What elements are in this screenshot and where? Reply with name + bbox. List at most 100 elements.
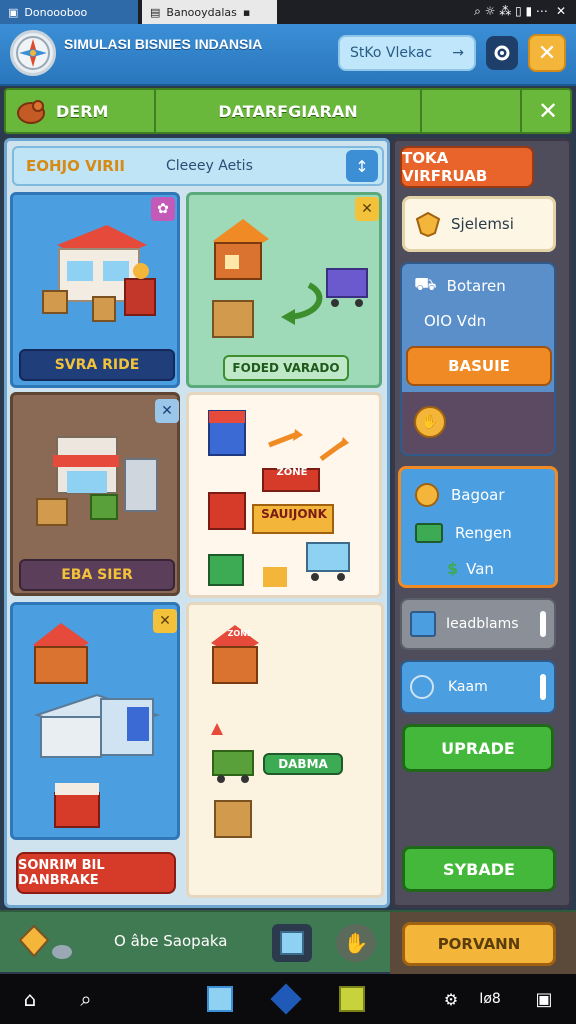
stat-3-label: Van bbox=[466, 559, 494, 578]
cross-tools-icon[interactable]: ✕ bbox=[355, 197, 379, 221]
cube-button[interactable] bbox=[272, 924, 312, 962]
cross-tools-icon[interactable]: ✕ bbox=[153, 609, 177, 633]
secondary-button[interactable]: SYBADE bbox=[402, 846, 556, 892]
logistics-card[interactable]: ZONE DABMA bbox=[186, 602, 384, 898]
arrow-right-icon: → bbox=[452, 45, 464, 61]
tray-settings-icon[interactable]: ⚙ bbox=[436, 974, 466, 1024]
slot-1[interactable]: Ieadblams bbox=[400, 598, 556, 650]
tools-icon[interactable]: ✕ bbox=[155, 399, 179, 423]
food-card[interactable]: ✕ FODED VARADO bbox=[186, 192, 382, 388]
package-icon bbox=[410, 611, 436, 637]
tray-screen-icon[interactable]: ▣ bbox=[526, 974, 562, 1024]
market-route-icon bbox=[208, 410, 350, 587]
search-label: StKo Vlekac bbox=[350, 45, 433, 61]
board-subtitle: Cleeey Aetis bbox=[166, 158, 253, 174]
coin-hand-icon[interactable]: ✋ bbox=[414, 406, 446, 438]
bottom-label: O âbe Saopaka bbox=[114, 932, 228, 950]
stat-row-3: $ Van bbox=[447, 559, 494, 578]
tray-time: Iø8 bbox=[479, 991, 501, 1007]
app-notes-icon[interactable] bbox=[332, 974, 372, 1024]
os-taskbar: ⌂ ⌕ ⚙ Iø8 ▣ bbox=[0, 974, 576, 1024]
shield-icon bbox=[415, 211, 441, 237]
nav-close-button[interactable]: ✕ bbox=[526, 90, 570, 132]
stat-1-label: Bagoar bbox=[451, 486, 505, 504]
kiosk-sign: ZONE bbox=[227, 629, 253, 638]
shield-logo bbox=[270, 983, 302, 1015]
warehouse-icon bbox=[33, 623, 161, 828]
home-badge-icon[interactable] bbox=[18, 920, 74, 966]
market-sign-2: SAUIJONK bbox=[261, 507, 327, 521]
warehouse-card[interactable]: ✕ bbox=[10, 602, 180, 840]
browser-tab-1[interactable]: ▣ Donoooboo bbox=[0, 0, 138, 24]
info-panel: ⛟ Botaren OIO Vdn BASUIE ✋ bbox=[400, 262, 556, 456]
market-sign-1: ZONE bbox=[276, 467, 308, 478]
board-bottom-button[interactable]: SONRIM BIL DANBRAKE bbox=[16, 852, 176, 894]
tab-2-label: Banooydalas bbox=[166, 5, 237, 19]
shop-building-icon bbox=[36, 436, 158, 526]
shop-card-label: EBA SIER bbox=[19, 559, 175, 591]
document-icon: ▤ bbox=[150, 5, 161, 19]
store-building-icon bbox=[42, 225, 156, 322]
tag-icon[interactable]: ✿ bbox=[151, 197, 175, 221]
game-header: SIMULASI BISNIES INDANSIA StKo Vlekac → … bbox=[0, 24, 576, 86]
hand-icon: ✋ bbox=[343, 931, 369, 955]
slot-1-label: Ieadblams bbox=[446, 616, 519, 632]
windows-logo bbox=[207, 986, 233, 1012]
coin-icon bbox=[415, 483, 439, 507]
food-card-label: FODED VARADO bbox=[223, 355, 349, 381]
basic-button[interactable]: BASUIE bbox=[406, 346, 552, 386]
close-icon: ✕ bbox=[537, 40, 557, 66]
board-action-button[interactable]: ↕ bbox=[346, 150, 378, 182]
board-header: EOHJO VIRII Cleeey Aetis bbox=[12, 146, 384, 186]
cash-icon bbox=[415, 523, 443, 543]
tab-datarfgiaran-label: DATARFGIARAN bbox=[218, 101, 358, 121]
circle-icon bbox=[410, 675, 434, 699]
info-title: Botaren bbox=[446, 277, 506, 295]
window-close-icon[interactable]: ✕ bbox=[556, 4, 566, 19]
tab-derm-label: DERM bbox=[56, 101, 109, 121]
cube-icon bbox=[280, 931, 304, 955]
shop-card[interactable]: ✕ EBA SIER bbox=[10, 392, 180, 596]
windows-icon[interactable] bbox=[200, 974, 240, 1024]
notes-logo bbox=[339, 986, 365, 1012]
slot-1-toggle[interactable] bbox=[540, 611, 546, 637]
slot-2-toggle[interactable] bbox=[540, 674, 546, 700]
stat-row-1: Bagoar bbox=[415, 483, 505, 507]
logistics-icon bbox=[211, 625, 259, 838]
market-card[interactable]: ZONE SAUIJONK bbox=[186, 392, 382, 598]
upgrade-button[interactable]: UPRADE bbox=[402, 724, 554, 772]
search-icon[interactable]: ⌕ bbox=[66, 974, 106, 1024]
bag-icon bbox=[17, 100, 45, 124]
board-title: EOHJO VIRII bbox=[26, 157, 126, 175]
cart-badge: DABMA bbox=[263, 753, 343, 775]
search-button[interactable]: StKo Vlekac → bbox=[338, 35, 476, 71]
nav-tab-bar: DERM DATARFGIARAN ✕ bbox=[4, 88, 572, 134]
resize-icon: ↕ bbox=[355, 156, 369, 176]
tool-button[interactable]: ✋ bbox=[336, 924, 376, 962]
home-icon[interactable]: ⌂ bbox=[10, 974, 50, 1024]
app-icon: ▪ bbox=[242, 5, 251, 19]
select-label: Sjelemsi bbox=[451, 215, 514, 233]
tab-empty[interactable] bbox=[422, 90, 522, 132]
stat-2-label: Rengen bbox=[455, 524, 512, 542]
browser-tab-2[interactable]: ▤ Banooydalas ▪ bbox=[142, 0, 277, 24]
app-title: SIMULASI BISNIES INDANSIA bbox=[64, 36, 263, 52]
app-shield-icon[interactable] bbox=[266, 974, 306, 1024]
select-button[interactable]: Sjelemsi bbox=[402, 196, 556, 252]
close-button[interactable]: ✕ bbox=[528, 34, 566, 72]
system-tray: ⌕ ☼ ⁂ ▯ ▮ ⋯ ✕ bbox=[474, 4, 566, 19]
slot-2-label: Kaam bbox=[448, 679, 488, 695]
store-type-button[interactable]: TOKA VIRFRUAB bbox=[400, 146, 534, 188]
tab-datarfgiaran[interactable]: DATARFGIARAN bbox=[156, 90, 422, 132]
supply-chain-icon bbox=[212, 219, 368, 338]
info-title-row: ⛟ Botaren bbox=[414, 274, 506, 298]
porvann-button[interactable]: PORVANN bbox=[402, 922, 556, 966]
settings-button[interactable] bbox=[486, 36, 518, 70]
window-tab-bar: ▣ Donoooboo ▤ Banooydalas ▪ ⌕ ☼ ⁂ ▯ ▮ ⋯ … bbox=[0, 0, 576, 24]
slot-2[interactable]: Kaam bbox=[400, 660, 556, 714]
compass-logo-icon bbox=[10, 30, 56, 76]
truck-icon: ⛟ bbox=[414, 274, 437, 295]
tab-derm[interactable]: DERM bbox=[6, 90, 156, 132]
info-value: OIO Vdn bbox=[424, 312, 487, 330]
store-card[interactable]: ✿ SVRA RIDE bbox=[10, 192, 180, 388]
